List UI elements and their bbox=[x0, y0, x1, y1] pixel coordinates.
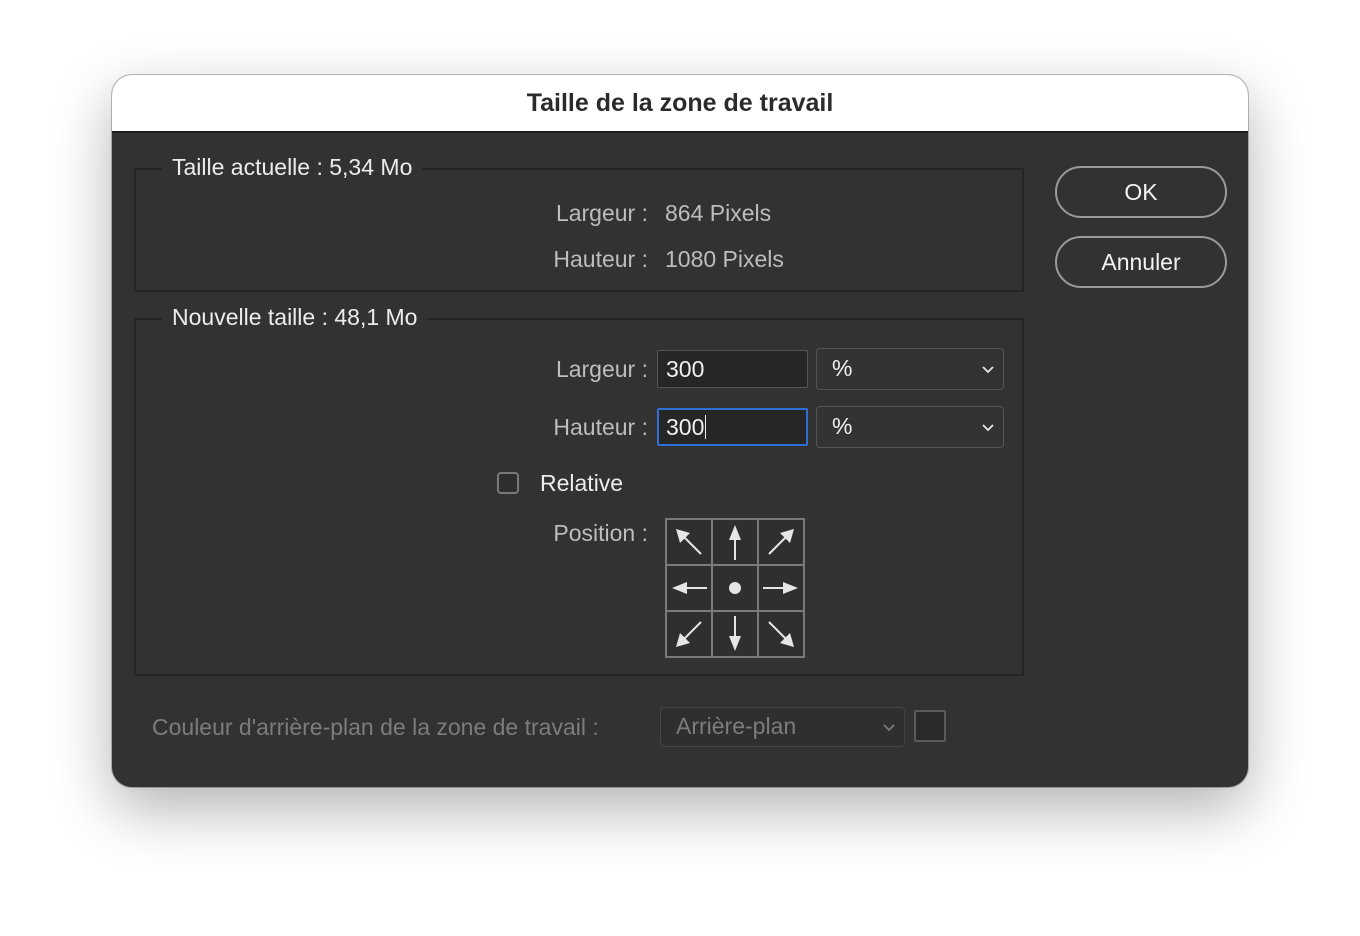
new-height-unit: % bbox=[832, 413, 853, 439]
anchor-top[interactable] bbox=[712, 519, 758, 565]
arrow-down-icon bbox=[729, 616, 741, 651]
current-height-value: 1080 Pixels bbox=[665, 246, 784, 272]
current-width-label: Largeur : bbox=[555, 200, 648, 226]
anchor-top-right[interactable] bbox=[758, 519, 804, 565]
background-color-select[interactable]: Arrière-plan bbox=[660, 707, 905, 747]
background-color-label: Couleur d'arrière-plan de la zone de tra… bbox=[152, 714, 599, 740]
current-width-value: 864 Pixels bbox=[665, 200, 772, 226]
new-width-label: Largeur : bbox=[555, 356, 648, 382]
current-size-group bbox=[134, 168, 1024, 292]
new-width-unit: % bbox=[832, 355, 853, 381]
new-width-unit-select[interactable]: % bbox=[816, 348, 1004, 390]
arrow-right-icon bbox=[763, 582, 798, 594]
canvas-size-dialog: Taille de la zone de travail Taille actu… bbox=[112, 75, 1248, 787]
new-size-legend: Nouvelle taille : 48,1 Mo bbox=[162, 303, 428, 331]
chevron-down-icon bbox=[982, 366, 994, 374]
anchor-bottom[interactable] bbox=[712, 611, 758, 657]
anchor-dot-icon bbox=[729, 582, 741, 594]
chevron-down-icon bbox=[982, 424, 994, 432]
text-caret bbox=[705, 415, 707, 439]
arrow-down-right-icon bbox=[768, 621, 794, 647]
position-label: Position : bbox=[553, 520, 648, 546]
new-height-unit-select[interactable]: % bbox=[816, 406, 1004, 448]
anchor-bottom-right[interactable] bbox=[758, 611, 804, 657]
current-height-label: Hauteur : bbox=[553, 246, 648, 272]
arrow-left-icon bbox=[672, 582, 707, 594]
chevron-down-icon bbox=[883, 724, 895, 732]
new-width-value: 300 bbox=[666, 356, 705, 382]
cancel-button[interactable]: Annuler bbox=[1055, 236, 1227, 288]
relative-checkbox[interactable] bbox=[497, 472, 519, 494]
arrow-up-right-icon bbox=[768, 529, 794, 555]
arrow-up-left-icon bbox=[676, 529, 702, 555]
anchor-top-left[interactable] bbox=[666, 519, 712, 565]
anchor-center[interactable] bbox=[712, 565, 758, 611]
arrow-down-left-icon bbox=[676, 621, 702, 647]
background-color-value: Arrière-plan bbox=[676, 713, 797, 739]
anchor-left[interactable] bbox=[666, 565, 712, 611]
anchor-position-grid bbox=[665, 518, 805, 658]
new-height-label: Hauteur : bbox=[553, 414, 648, 440]
relative-label[interactable]: Relative bbox=[540, 469, 623, 497]
anchor-bottom-left[interactable] bbox=[666, 611, 712, 657]
current-size-legend: Taille actuelle : 5,34 Mo bbox=[162, 153, 423, 181]
new-width-input[interactable]: 300 bbox=[657, 350, 808, 388]
new-height-value: 300 bbox=[666, 414, 705, 440]
dialog-title: Taille de la zone de travail bbox=[112, 75, 1248, 133]
new-height-input[interactable]: 300 bbox=[657, 408, 808, 446]
background-color-swatch[interactable] bbox=[914, 710, 946, 742]
anchor-right[interactable] bbox=[758, 565, 804, 611]
ok-button[interactable]: OK bbox=[1055, 166, 1227, 218]
arrow-up-icon bbox=[729, 525, 741, 560]
